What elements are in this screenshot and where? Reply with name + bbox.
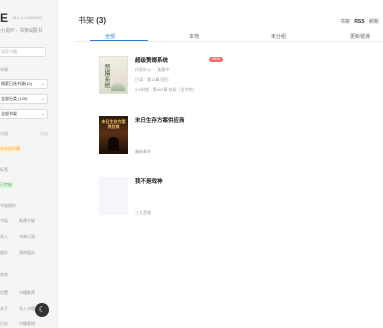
cover-title: 赘婿系统: [103, 64, 110, 88]
tab-update-error[interactable]: 更新错误: [350, 33, 370, 40]
cover-title: 末日生存方案供应商: [101, 119, 126, 129]
sidebar-item-about[interactable]: 关于: [0, 306, 8, 312]
book-title[interactable]: 末日生存方案供应商: [135, 116, 185, 124]
sidebar-item-shelf[interactable]: 书架: [0, 218, 8, 224]
link-rss[interactable]: RSS: [354, 19, 364, 25]
book-author: 三九音域: [135, 210, 151, 215]
page-title-text: 书架: [78, 16, 94, 25]
source-select[interactable]: 搜索已选书源(10) ⌄: [0, 79, 48, 89]
chevron-down-icon: ⌄: [40, 81, 45, 87]
sidebar-item-new-shelf[interactable]: 新建书架: [19, 218, 35, 224]
tab-local[interactable]: 本地: [189, 33, 199, 40]
sidebar-item-import[interactable]: 导入: [0, 234, 8, 240]
book-cover[interactable]: 末日生存方案供应商: [99, 116, 128, 154]
section-label-tags: 标签: [0, 167, 8, 172]
category-select[interactable]: 全部分类 (129) ⌄: [0, 94, 48, 104]
top-links: 书架 RSS 刷新: [337, 18, 379, 25]
section-label-actions: 书架操作: [0, 203, 16, 208]
tag-finished[interactable]: 已完结: [0, 181, 14, 189]
book-author: 作家叶公 ・ 连载中: [135, 67, 170, 72]
cover-art: [108, 137, 119, 151]
book-read-progress: 已读：第13章 回归: [135, 77, 169, 82]
book-count: (3): [96, 16, 107, 25]
sidebar: E v3.2.14.0923080 小说IP - 书架&翻书 搜索书籍 书源 搜…: [0, 0, 58, 328]
chevron-down-icon: ⌄: [40, 111, 45, 117]
tab-all[interactable]: 全部: [105, 33, 115, 40]
cover-art: [111, 83, 125, 91]
shelf-select-value: 全部书架: [1, 111, 17, 116]
tab-ungrouped[interactable]: 未分组: [271, 33, 286, 40]
sidebar-item-recommend[interactable]: 书籍推荐: [19, 290, 35, 296]
book-latest-chapter: 3小时前 · 第802章 结局（全书完）: [135, 87, 197, 92]
sidebar-item-import-books[interactable]: 导入书籍: [19, 306, 35, 312]
app-version: v3.2.14.0923080: [12, 15, 42, 20]
section-label-other: 其他: [0, 272, 8, 277]
book-cover[interactable]: 赘婿系统: [99, 56, 128, 94]
sidebar-item-settings[interactable]: 设置: [0, 290, 8, 296]
category-select-value: 全部分类 (129): [1, 96, 28, 101]
source-select-value: 搜索已选书源(10): [1, 81, 33, 86]
chevron-down-icon: ⌄: [40, 96, 45, 102]
book-title[interactable]: 超级赘婿系统: [135, 56, 168, 64]
sidebar-item-clear-cache[interactable]: 清除缓存: [19, 250, 35, 256]
sidebar-item-log[interactable]: 日志: [0, 321, 8, 327]
page-title: 书架 (3): [78, 15, 106, 26]
section-label-group: 分组: [0, 131, 8, 136]
book-meta: 最新章节: [135, 149, 151, 154]
moon-icon[interactable]: ☾: [35, 303, 49, 317]
link-refresh[interactable]: 刷新: [369, 19, 379, 25]
search-input[interactable]: 搜索书籍: [0, 47, 46, 57]
sidebar-item-source-subscribe[interactable]: 书源订阅: [19, 234, 35, 240]
sidebar-item-manage-books[interactable]: 书籍管理: [19, 321, 35, 327]
app-subtitle: 小说IP - 书架&翻书: [0, 28, 43, 34]
add-group-button[interactable]: 添加: [40, 131, 48, 137]
book-cover[interactable]: [99, 177, 128, 215]
brand-logo: E: [0, 11, 9, 25]
shelf-select[interactable]: 全部书架 ⌄: [0, 109, 48, 119]
new-badge: NEW: [209, 57, 224, 62]
book-title[interactable]: 我不是戏神: [135, 177, 163, 185]
sidebar-item-cache[interactable]: 缓存: [0, 250, 8, 256]
active-tab-indicator: [90, 40, 148, 41]
tag-ungrouped[interactable]: 未分组书籍: [0, 145, 22, 153]
link-shelf[interactable]: 书架: [340, 19, 350, 25]
section-label-source: 书源: [0, 67, 8, 72]
